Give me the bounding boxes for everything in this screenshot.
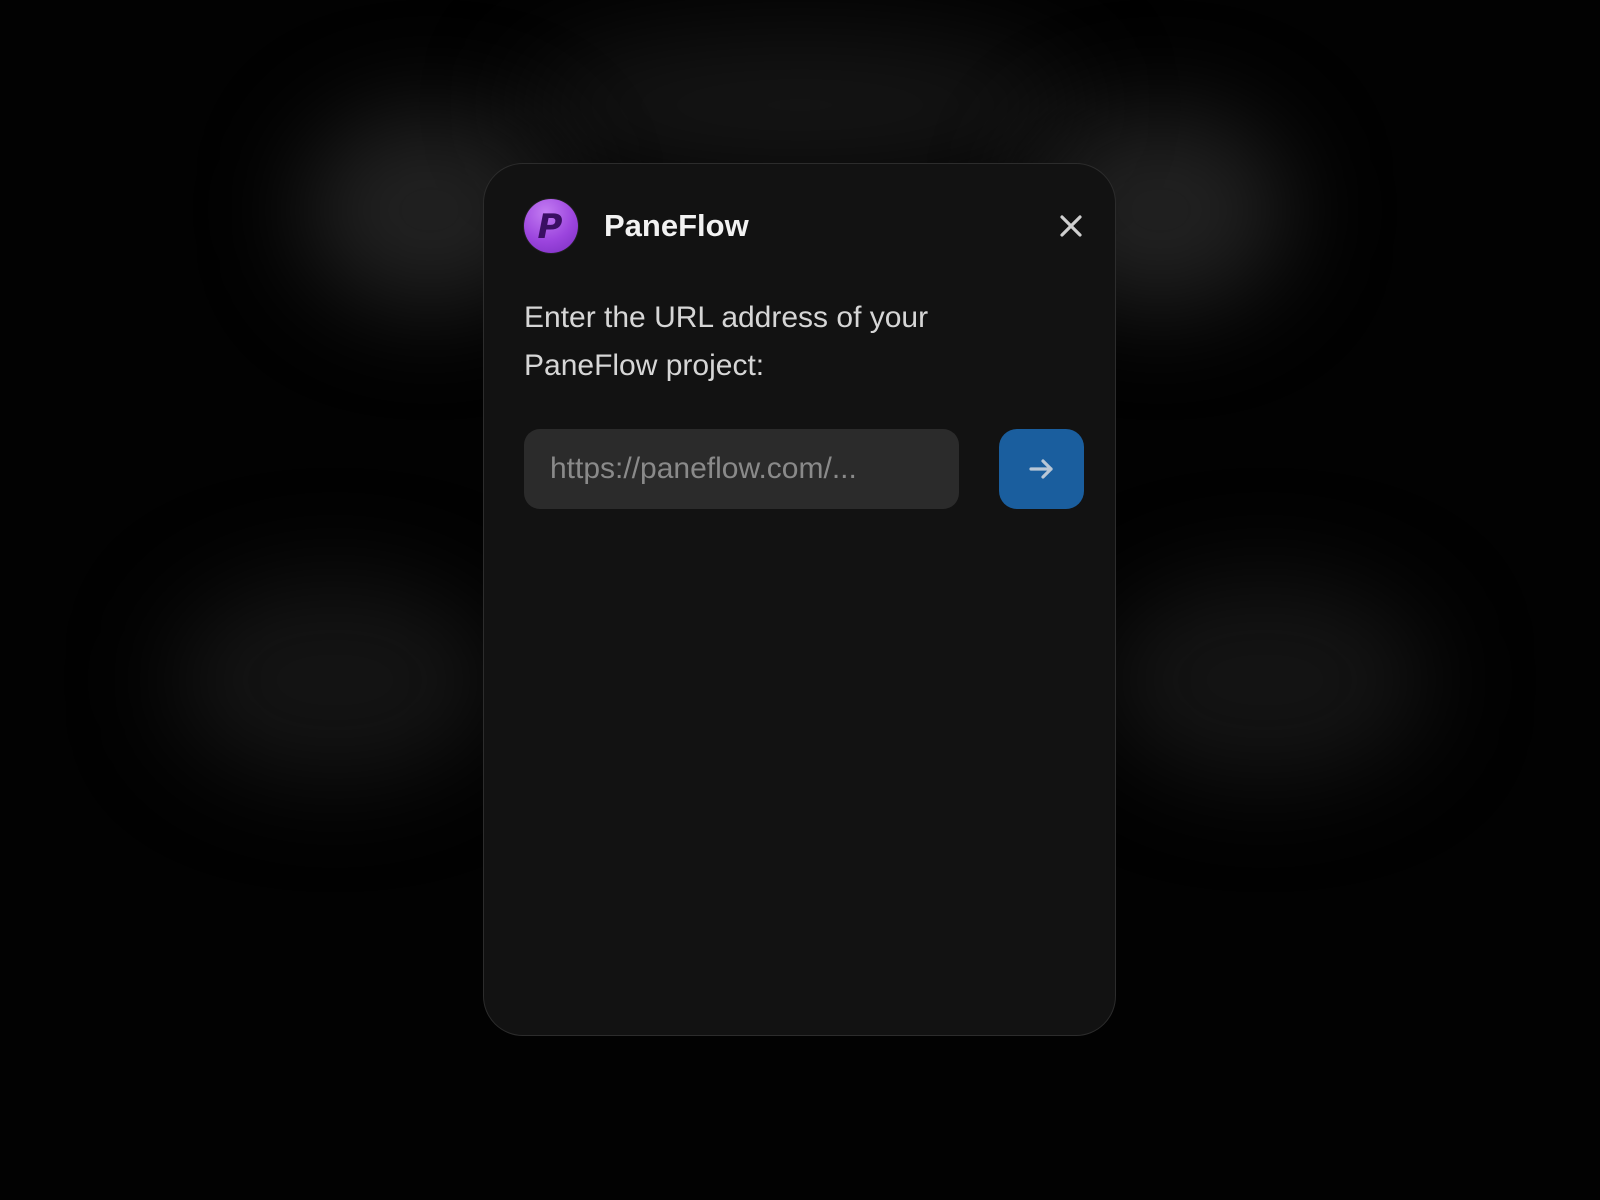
app-title: PaneFlow: [604, 208, 749, 243]
background-glow: [1100, 580, 1430, 780]
paneflow-logo-icon: P: [524, 199, 578, 253]
close-icon: [1060, 215, 1082, 237]
connect-project-dialog: P PaneFlow Enter the URL address of your…: [483, 163, 1116, 1036]
background-glow: [170, 580, 500, 780]
project-url-input[interactable]: [524, 429, 959, 509]
close-button[interactable]: [1054, 209, 1088, 243]
submit-url-button[interactable]: [999, 429, 1084, 509]
background-glow: [520, 30, 1080, 180]
logo-letter: P: [537, 207, 563, 247]
arrow-right-icon: [1028, 459, 1053, 479]
url-prompt-text: Enter the URL address of your PaneFlow p…: [524, 301, 929, 382]
